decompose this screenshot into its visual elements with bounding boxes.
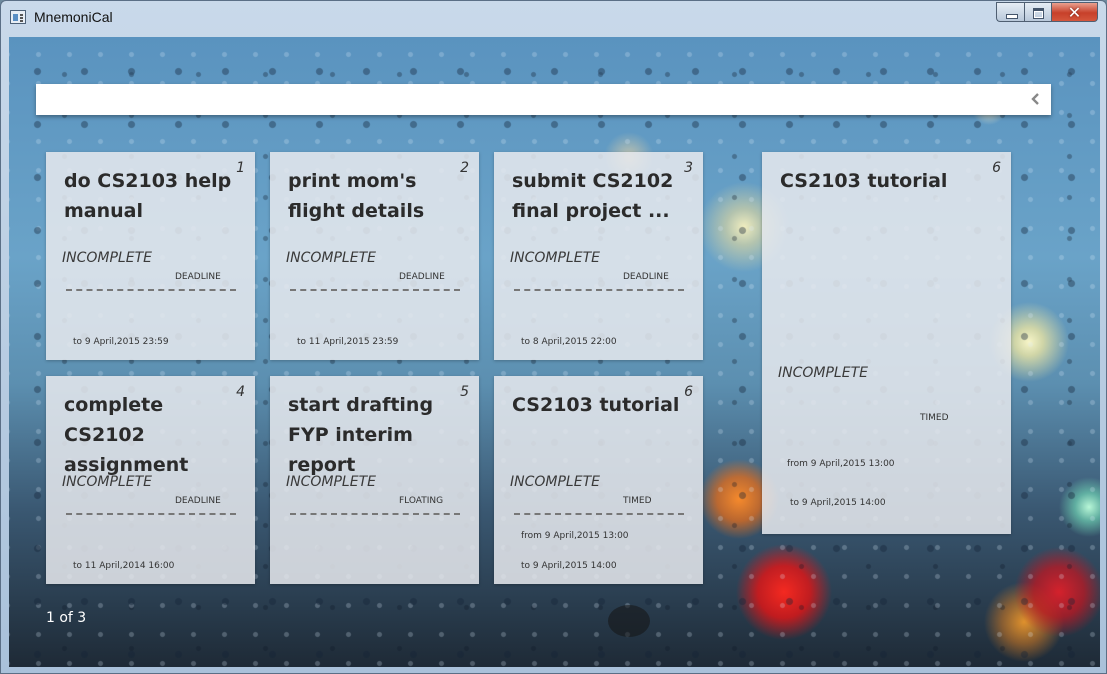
task-number: 1 bbox=[236, 160, 245, 176]
task-type: DEADLINE bbox=[399, 272, 445, 282]
task-detail-card[interactable]: 6 CS2103 tutorial INCOMPLETE TIMED from … bbox=[762, 152, 1011, 534]
task-title: CS2103 tutorial bbox=[512, 394, 680, 416]
title-bar[interactable]: MnemoniCal ✕ bbox=[1, 1, 1106, 35]
task-end-date: to 11 April,2015 23:59 bbox=[297, 337, 399, 347]
close-icon: ✕ bbox=[1067, 3, 1082, 22]
divider bbox=[290, 289, 460, 291]
task-card-4[interactable]: 4 complete CS2102 assignment INCOMPLETE … bbox=[46, 376, 255, 584]
task-end-date: to 9 April,2015 14:00 bbox=[521, 561, 617, 571]
task-end-date: to 8 April,2015 22:00 bbox=[521, 337, 617, 347]
task-start-date: from 9 April,2015 13:00 bbox=[787, 459, 895, 469]
task-title: CS2103 tutorial bbox=[780, 170, 948, 192]
window-controls: ✕ bbox=[996, 2, 1098, 23]
task-status: INCOMPLETE bbox=[286, 250, 376, 266]
task-title: do CS2103 help manual bbox=[64, 170, 232, 222]
task-status: INCOMPLETE bbox=[510, 250, 600, 266]
task-type: DEADLINE bbox=[175, 496, 221, 506]
task-card-6[interactable]: 6 CS2103 tutorial INCOMPLETE TIMED from … bbox=[494, 376, 703, 584]
command-input[interactable] bbox=[36, 84, 1021, 115]
divider bbox=[290, 513, 460, 515]
task-end-date: to 9 April,2015 14:00 bbox=[790, 498, 886, 508]
app-window: MnemoniCal ✕ 1 do CS2103 help manual INC… bbox=[0, 0, 1107, 674]
task-end-date: to 11 April,2014 16:00 bbox=[73, 561, 175, 571]
chevron-left-icon[interactable] bbox=[1029, 92, 1043, 106]
minimize-button[interactable] bbox=[996, 2, 1024, 22]
task-status: INCOMPLETE bbox=[62, 250, 152, 266]
task-number: 5 bbox=[460, 384, 469, 400]
task-title: submit CS2102 final project ... bbox=[512, 170, 674, 222]
main-content: 1 do CS2103 help manual INCOMPLETE DEADL… bbox=[9, 37, 1100, 667]
task-type: TIMED bbox=[623, 496, 652, 506]
task-card-3[interactable]: 3 submit CS2102 final project ... INCOMP… bbox=[494, 152, 703, 360]
task-number: 4 bbox=[236, 384, 245, 400]
task-number: 6 bbox=[684, 384, 693, 400]
page-nav-button[interactable] bbox=[608, 605, 650, 637]
task-type: TIMED bbox=[920, 413, 949, 423]
maximize-button[interactable] bbox=[1024, 2, 1051, 22]
page-indicator: 1 of 3 bbox=[46, 610, 87, 626]
task-title: print mom's flight details bbox=[288, 170, 425, 222]
task-type: DEADLINE bbox=[623, 272, 669, 282]
task-status: INCOMPLETE bbox=[778, 365, 868, 381]
task-card-1[interactable]: 1 do CS2103 help manual INCOMPLETE DEADL… bbox=[46, 152, 255, 360]
window-title: MnemoniCal bbox=[34, 9, 113, 25]
task-card-5[interactable]: 5 start drafting FYP interim report INCO… bbox=[270, 376, 479, 584]
task-end-date: to 9 April,2015 23:59 bbox=[73, 337, 169, 347]
task-title: complete CS2102 assignment bbox=[64, 394, 189, 476]
command-bar bbox=[36, 84, 1051, 115]
close-button[interactable]: ✕ bbox=[1051, 2, 1098, 22]
task-type: DEADLINE bbox=[175, 272, 221, 282]
task-card-2[interactable]: 2 print mom's flight details INCOMPLETE … bbox=[270, 152, 479, 360]
divider bbox=[514, 289, 684, 291]
divider bbox=[66, 289, 236, 291]
divider bbox=[66, 513, 236, 515]
task-type: FLOATING bbox=[399, 496, 444, 506]
task-start-date: from 9 April,2015 13:00 bbox=[521, 531, 629, 541]
task-number: 3 bbox=[684, 160, 693, 176]
task-status: INCOMPLETE bbox=[510, 474, 600, 490]
task-status: INCOMPLETE bbox=[286, 474, 376, 490]
task-title: start drafting FYP interim report bbox=[288, 394, 434, 476]
task-number: 6 bbox=[992, 160, 1001, 176]
divider bbox=[514, 513, 684, 515]
task-number: 2 bbox=[460, 160, 469, 176]
task-status: INCOMPLETE bbox=[62, 474, 152, 490]
calendar-app-icon bbox=[10, 10, 26, 24]
